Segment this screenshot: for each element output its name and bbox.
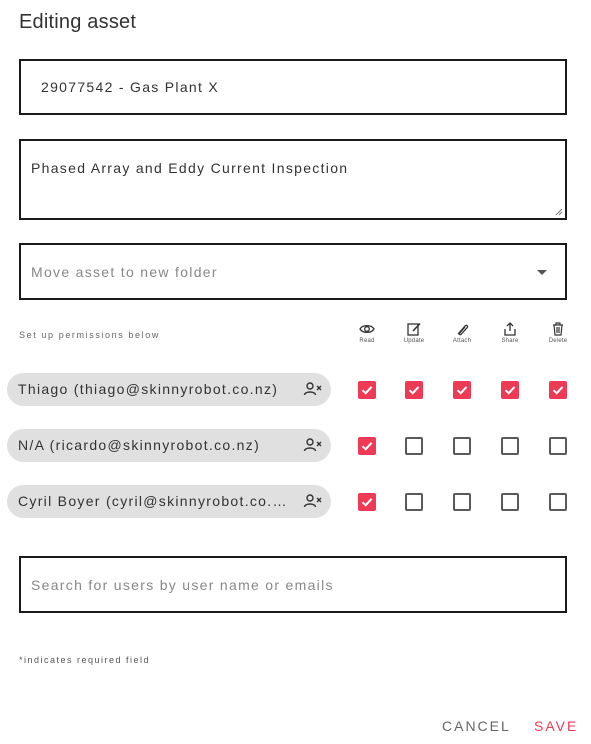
perm-header-attach: Attach [442,322,482,344]
permission-checkbox-share[interactable] [501,437,519,455]
perm-header-update: Update [394,322,434,344]
user-search-field[interactable] [19,556,567,613]
check-icon [361,442,373,451]
perm-header-share: Share [490,322,530,344]
perm-header-label: Share [501,338,519,344]
resize-grip-icon[interactable] [555,208,563,216]
permission-checkbox-read[interactable] [358,493,376,511]
perm-header-read: Read [347,322,387,344]
remove-user-icon[interactable] [303,492,323,510]
check-icon [408,386,420,395]
permission-checkbox-update[interactable] [405,437,423,455]
trash-icon [553,322,563,336]
description-field[interactable]: Phased Array and Eddy Current Inspection [19,139,567,220]
perm-header-label: Update [403,338,425,344]
check-icon [552,386,564,395]
permission-checkbox-read[interactable] [358,437,376,455]
eye-icon [359,324,375,334]
perm-header-label: Delete [548,338,568,344]
chevron-down-icon[interactable] [537,270,547,275]
description-textarea[interactable]: Phased Array and Eddy Current Inspection [21,141,565,218]
permission-checkbox-delete[interactable] [549,381,567,399]
perm-header-label: Read [359,338,375,344]
paperclip-icon [457,324,469,336]
permission-checkbox-attach[interactable] [453,437,471,455]
folder-select-placeholder: Move asset to new folder [31,264,218,280]
save-button[interactable]: SAVE [534,718,578,734]
user-chip[interactable]: Cyril Boyer (cyril@skinnyrobot.co.nz) [7,485,331,518]
remove-user-icon[interactable] [303,436,323,454]
user-chip-label: N/A (ricardo@skinnyrobot.co.nz) [18,437,261,453]
perm-header-label: Attach [452,338,472,344]
user-search-input[interactable] [21,558,565,611]
user-chip[interactable]: N/A (ricardo@skinnyrobot.co.nz) [7,429,331,462]
required-note: *indicates required field [19,655,151,665]
permissions-label: Set up permissions below [19,330,160,340]
share-icon [504,322,516,336]
remove-user-icon[interactable] [303,380,323,398]
permission-checkbox-delete[interactable] [549,437,567,455]
permission-checkbox-share[interactable] [501,381,519,399]
cancel-button[interactable]: CANCEL [442,718,511,734]
check-icon [361,386,373,395]
folder-select[interactable]: Move asset to new folder [19,243,567,300]
check-icon [504,386,516,395]
dialog-title: Editing asset [19,11,137,33]
permission-checkbox-update[interactable] [405,493,423,511]
check-icon [361,498,373,507]
permission-checkbox-update[interactable] [405,381,423,399]
permission-checkbox-attach[interactable] [453,493,471,511]
permission-checkbox-share[interactable] [501,493,519,511]
asset-input[interactable] [21,61,565,113]
user-chip-label: Thiago (thiago@skinnyrobot.co.nz) [18,381,279,397]
permission-checkbox-delete[interactable] [549,493,567,511]
perm-header-delete: Delete [538,322,578,344]
asset-field[interactable] [19,59,567,115]
user-chip-label: Cyril Boyer (cyril@skinnyrobot.co.nz) [18,493,293,509]
user-chip[interactable]: Thiago (thiago@skinnyrobot.co.nz) [7,373,331,406]
check-icon [456,386,468,395]
permission-checkbox-attach[interactable] [453,381,471,399]
edit-icon [407,322,421,336]
permission-checkbox-read[interactable] [358,381,376,399]
